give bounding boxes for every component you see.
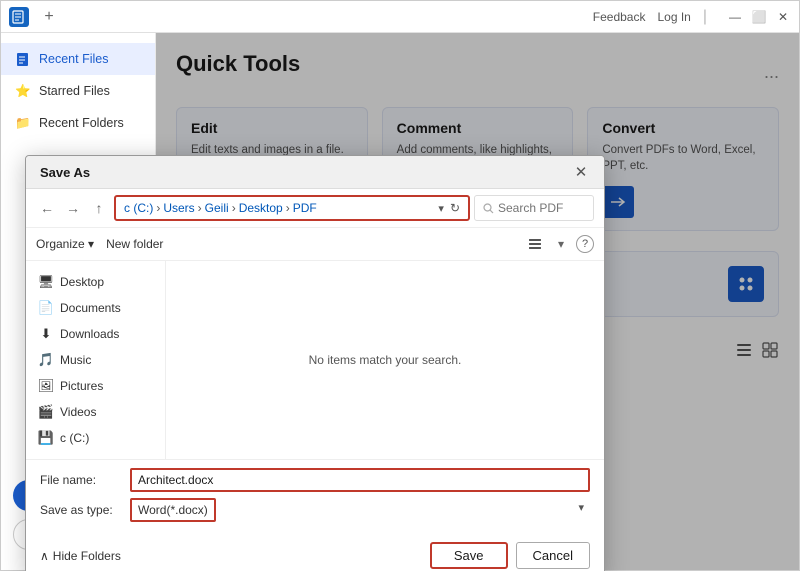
hide-folders-chevron: ∧ [40, 549, 49, 563]
documents-icon: 📄 [38, 300, 54, 316]
recent-folders-label: Recent Folders [39, 116, 124, 130]
save-as-type-row: Save as type: Word(*.docx) [40, 498, 590, 522]
action-buttons: Save Cancel [430, 542, 590, 569]
dialog-search-bar[interactable] [474, 195, 594, 221]
hide-folders-label: Hide Folders [53, 549, 121, 563]
save-as-dialog: Save As ✕ ← → ↑ c (C:) › Users › Geili ›… [25, 155, 605, 571]
path-refresh-button[interactable]: ↻ [450, 201, 460, 215]
dialog-file-area: No items match your search. [166, 261, 604, 459]
folder-item-downloads[interactable]: ⬇ Downloads [26, 321, 165, 347]
app-icon [9, 7, 29, 27]
path-dropdown-button[interactable]: ▾ [438, 202, 444, 215]
title-bar-right: Feedback Log In | — ⬜ ✕ [593, 8, 791, 26]
sidebar-item-starred-files[interactable]: ⭐ Starred Files [1, 75, 155, 107]
dialog-search-input[interactable] [498, 201, 585, 215]
path-desktop: Desktop [239, 201, 283, 215]
folder-label: Documents [60, 301, 121, 315]
file-name-label: File name: [40, 473, 130, 487]
folder-label: Music [60, 353, 91, 367]
folder-item-documents[interactable]: 📄 Documents [26, 295, 165, 321]
login-link[interactable]: Log In [657, 10, 690, 24]
dialog-list-view-button[interactable] [524, 233, 546, 255]
title-bar: + Feedback Log In | — ⬜ ✕ [1, 1, 799, 33]
path-user: Geili [205, 201, 229, 215]
dialog-actions: ∧ Hide Folders Save Cancel [26, 536, 604, 571]
title-bar-left: + [9, 5, 61, 29]
dialog-close-button[interactable]: ✕ [572, 163, 590, 181]
new-folder-button[interactable]: New folder [106, 237, 163, 251]
dialog-toolbar: Organize ▾ New folder ▾ ? [26, 228, 604, 261]
folder-label: Pictures [60, 379, 103, 393]
save-button[interactable]: Save [430, 542, 508, 569]
nav-up-button[interactable]: ↑ [88, 197, 110, 219]
dialog-footer: File name: Save as type: Word(*.docx) [26, 459, 604, 536]
organize-button[interactable]: Organize ▾ [36, 237, 94, 251]
pictures-icon: 🖼 [38, 378, 54, 394]
folder-label: Desktop [60, 275, 104, 289]
folder-item-desktop[interactable]: 🖥 Desktop [26, 269, 165, 295]
folder-item-pictures[interactable]: 🖼 Pictures [26, 373, 165, 399]
address-bar[interactable]: c (C:) › Users › Geili › Desktop › PDF ▾… [114, 195, 470, 221]
recent-folders-icon: 📁 [15, 115, 31, 131]
dialog-title-bar: Save As ✕ [26, 156, 604, 189]
file-name-row: File name: [40, 468, 590, 492]
separator: | [703, 8, 707, 26]
path-pdf: PDF [293, 201, 317, 215]
hide-folders-button[interactable]: ∧ Hide Folders [40, 549, 121, 563]
maximize-button[interactable]: ⬜ [751, 9, 767, 25]
dialog-nav: ← → ↑ c (C:) › Users › Geili › Desktop ›… [26, 189, 604, 228]
downloads-icon: ⬇ [38, 326, 54, 342]
save-as-type-select[interactable]: Word(*.docx) [130, 498, 216, 522]
folder-label: Videos [60, 405, 96, 419]
feedback-link[interactable]: Feedback [593, 10, 646, 24]
help-button[interactable]: ? [576, 235, 594, 253]
desktop-icon: 🖥 [38, 274, 54, 290]
music-icon: 🎵 [38, 352, 54, 368]
path-users: Users [163, 201, 194, 215]
new-tab-button[interactable]: + [37, 5, 61, 29]
drive-c-icon: 💾 [38, 430, 54, 446]
sidebar-item-recent-folders[interactable]: 📁 Recent Folders [1, 107, 155, 139]
dialog-body: 🖥 Desktop 📄 Documents ⬇ Downloads 🎵 Musi… [26, 261, 604, 459]
file-name-input[interactable] [130, 468, 590, 492]
empty-message: No items match your search. [309, 353, 462, 367]
recent-files-icon [15, 51, 31, 67]
folder-item-music[interactable]: 🎵 Music [26, 347, 165, 373]
nav-back-button[interactable]: ← [36, 197, 58, 219]
cancel-button[interactable]: Cancel [516, 542, 590, 569]
starred-files-icon: ⭐ [15, 83, 31, 99]
sidebar-item-recent-files[interactable]: Recent Files [1, 43, 155, 75]
folder-label: c (C:) [60, 431, 89, 445]
close-window-button[interactable]: ✕ [775, 9, 791, 25]
nav-forward-button[interactable]: → [62, 197, 84, 219]
save-as-type-label: Save as type: [40, 503, 130, 517]
window-controls: — ⬜ ✕ [727, 9, 791, 25]
path-drive: c (C:) [124, 201, 153, 215]
starred-files-label: Starred Files [39, 84, 110, 98]
folder-item-videos[interactable]: 🎬 Videos [26, 399, 165, 425]
dialog-title: Save As [40, 165, 90, 180]
recent-files-label: Recent Files [39, 52, 108, 66]
dialog-view-dropdown-button[interactable]: ▾ [550, 233, 572, 255]
view-buttons: ▾ ? [524, 233, 594, 255]
tab-area: + [37, 5, 61, 29]
dialog-folder-tree: 🖥 Desktop 📄 Documents ⬇ Downloads 🎵 Musi… [26, 261, 166, 459]
folder-label: Downloads [60, 327, 119, 341]
minimize-button[interactable]: — [727, 9, 743, 25]
save-as-type-select-wrap: Word(*.docx) [130, 498, 590, 522]
videos-icon: 🎬 [38, 404, 54, 420]
folder-item-drive-c[interactable]: 💾 c (C:) [26, 425, 165, 451]
